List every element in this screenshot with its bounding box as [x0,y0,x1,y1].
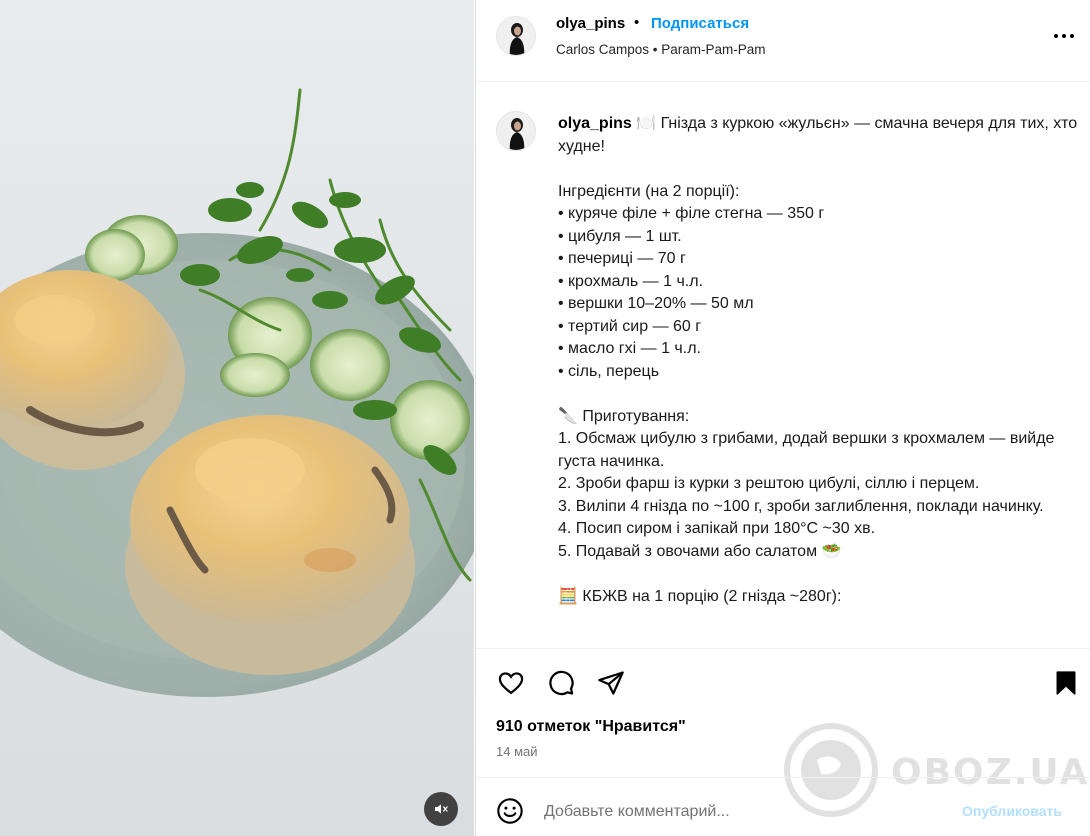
author-username[interactable]: olya_pins [556,15,625,32]
smiley-icon [497,798,523,824]
comment-button[interactable] [546,669,576,697]
post-date[interactable]: 14 май [496,744,538,759]
action-bar [476,648,1090,714]
comment-bar: Опубликовать [476,777,1090,836]
audio-attribution[interactable]: Carlos Campos • Param-Pam-Pam [556,42,766,57]
separator-dot: • [634,14,640,31]
follow-button[interactable]: Подписаться [651,15,749,32]
heart-icon [498,672,524,695]
post-header: olya_pins • Подписаться Carlos Campos • … [476,0,1090,82]
author-avatar[interactable] [496,16,536,56]
caption-body: 🍽️ Гнізда з куркою «жульєн» — смачна веч… [558,115,1078,605]
caption-avatar[interactable] [496,111,536,151]
comment-bubble-icon [549,670,574,696]
emoji-button[interactable] [496,797,524,825]
more-horizontal-icon [1054,34,1074,38]
avatar-image [497,17,535,55]
likes-count[interactable]: 910 отметок "Нравится" [496,718,686,736]
avatar-image [497,112,535,150]
food-photo [0,88,474,697]
post-media[interactable] [0,0,474,836]
comment-input[interactable] [544,800,944,824]
save-button[interactable] [1053,669,1083,697]
post-panel: olya_pins • Подписаться Carlos Campos • … [475,0,1090,836]
caption-username[interactable]: olya_pins [558,115,632,132]
share-button[interactable] [596,669,626,697]
publish-button[interactable]: Опубликовать [962,803,1062,819]
more-options-button[interactable] [1052,26,1076,46]
like-button[interactable] [496,669,526,697]
caption-text: olya_pins 🍽️ Гнізда з куркою «жульєн» — … [558,113,1083,608]
mute-button[interactable] [424,792,458,826]
paper-plane-icon [598,671,624,695]
bookmark-filled-icon [1056,671,1076,695]
post-caption: olya_pins 🍽️ Гнізда з куркою «жульєн» — … [476,83,1090,648]
speaker-muted-icon [435,804,448,814]
